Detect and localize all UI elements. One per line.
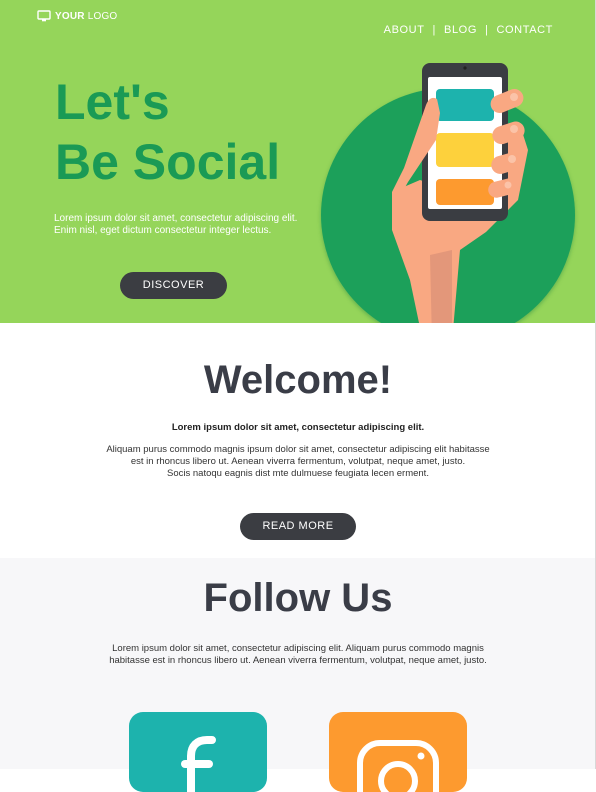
read-more-button[interactable]: READ MORE <box>240 513 356 540</box>
hero-title-line2: Be Social <box>55 134 281 190</box>
follow-section: Follow Us Lorem ipsum dolor sit amet, co… <box>0 558 596 792</box>
logo-text: LOGO <box>87 10 118 22</box>
top-nav: ABOUT | BLOG | CONTACT <box>384 24 553 36</box>
screen-card-yellow <box>436 133 494 167</box>
welcome-title: Welcome! <box>203 358 393 402</box>
nav-contact[interactable]: CONTACT <box>496 24 553 36</box>
nav-about[interactable]: ABOUT <box>384 24 425 36</box>
welcome-body-line1: Aliquam purus commodo magnis ipsum dolor… <box>106 444 490 467</box>
logo-text-strong: YOUR <box>55 10 85 22</box>
hero-text: Lorem ipsum dolor sit amet, consectetur … <box>54 213 324 237</box>
hero-text-line1: Lorem ipsum dolor sit amet, consectetur … <box>54 213 298 224</box>
screen-card-teal <box>436 89 494 121</box>
welcome-body: Aliquam purus commodo magnis ipsum dolor… <box>103 444 493 480</box>
phone-camera <box>463 66 467 70</box>
fingernail <box>508 155 516 163</box>
hero-title-line1: Let's <box>55 74 170 130</box>
facebook-icon <box>181 736 216 792</box>
discover-button[interactable]: DISCOVER <box>120 272 227 299</box>
fingernail <box>504 181 512 189</box>
welcome-lead: Lorem ipsum dolor sit amet, consectetur … <box>171 422 425 433</box>
nav-blog[interactable]: BLOG <box>444 24 477 36</box>
facebook-tile[interactable] <box>129 712 267 792</box>
follow-title: Follow Us <box>203 576 393 620</box>
hero-text-line2: Enim nisl, eget dictum consectetur integ… <box>54 225 272 236</box>
nav-separator: | <box>484 24 489 36</box>
instagram-icon <box>357 740 439 792</box>
fingernail <box>510 125 518 133</box>
screen-card-orange <box>436 179 494 205</box>
instagram-tile[interactable] <box>329 712 467 792</box>
monitor-icon <box>37 10 51 22</box>
welcome-body-line2: Socis natoqu eagnis dist mte dulmuese fe… <box>167 468 429 479</box>
hero-title: Let's Be Social <box>55 72 280 192</box>
nav-separator: | <box>432 24 437 36</box>
follow-body: Lorem ipsum dolor sit amet, consectetur … <box>109 643 487 666</box>
logo[interactable]: YOUR LOGO <box>37 10 117 22</box>
welcome-section: Welcome! Lorem ipsum dolor sit amet, con… <box>0 323 596 558</box>
fingernail <box>510 93 518 101</box>
phone-in-hand-illustration <box>321 63 575 342</box>
